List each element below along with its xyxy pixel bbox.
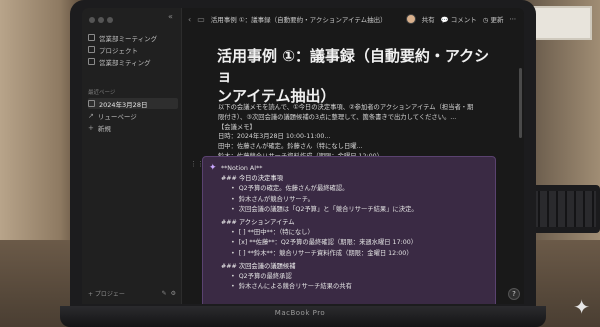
top-bar: ‹ ▭ 活用事例 ①：議事録（自動要約・アクションアイテム抽出） 共有 💬 コメ… bbox=[182, 8, 524, 30]
ai-line: ### 次回会議の議題候補 bbox=[221, 262, 296, 270]
ai-line: ### アクションアイテム bbox=[221, 219, 295, 227]
sparkle-icon: ✦ bbox=[209, 163, 217, 173]
page-title-line: 活用事例 ①：議事録（自動要約・アクショ bbox=[217, 47, 490, 85]
ai-line: 鈴木さんが競合リサーチ。 bbox=[221, 195, 418, 205]
page-icon bbox=[88, 58, 95, 65]
prompt-line: 【会議メモ】 bbox=[218, 123, 256, 131]
sparkle-icon: ↗ bbox=[88, 111, 94, 120]
sidebar-item-sales-meeting[interactable]: 営業部ミーティング bbox=[88, 32, 178, 43]
more-icon[interactable]: ⋯ bbox=[510, 15, 517, 23]
prompt-line: 日時：2024年3月28日 10:00-11:00... bbox=[218, 133, 331, 141]
ai-line: [x] **佐藤**：Q2予算の最終確認（期限：来週水曜日 17:00） bbox=[221, 238, 418, 248]
comment-label: コメント bbox=[450, 16, 477, 24]
notion-ai-block[interactable]: ✦ **Notion AI** ### 今日の決定事項 Q2予算の確定。佐藤さん… bbox=[202, 156, 496, 304]
breadcrumb[interactable]: 活用事例 ①：議事録（自動要約・アクションアイテム抽出） bbox=[211, 14, 406, 24]
laptop-bezel: « 営業部ミーティング プロジェクト 営業部ミティング 最近ページ 2024年3… bbox=[70, 0, 536, 318]
sidebar-item-label: プロジェクト bbox=[99, 46, 138, 55]
ai-line: [ ] **鈴木**：競合リサーチ資料作成（期限：金曜日 12:00） bbox=[221, 249, 418, 259]
sidebar-item-label: 営業部ミーティング bbox=[99, 34, 158, 43]
updates-label: 更新 bbox=[490, 16, 504, 24]
updates-button[interactable]: ◷ 更新 bbox=[483, 14, 504, 24]
plus-icon: + bbox=[88, 123, 94, 132]
sidebar-item-review-page[interactable]: ↗ リューページ bbox=[88, 110, 178, 121]
sidebar-section-label: 最近ページ bbox=[88, 90, 116, 96]
sparkle-icon: ✦ bbox=[573, 295, 590, 319]
ai-line: ### 今日の決定事項 bbox=[221, 175, 283, 183]
laptop-brand-label: MacBook Pro bbox=[274, 309, 326, 317]
scrollbar[interactable] bbox=[519, 68, 522, 138]
ai-line: [ ] **田中**：（特になし） bbox=[221, 228, 418, 238]
prompt-line: 田中：佐藤さんが確定。鈴藤さん（特になし日曜... bbox=[218, 143, 363, 151]
prompt-text[interactable]: 以下の会議メモを読んで、①今日の決定事項、②参加者のアクションアイテム（担当者・… bbox=[218, 103, 508, 162]
prompt-line: 限付き）、③次回会議の議題候補の3点に整理して、箇条書きで出力してください。..… bbox=[218, 113, 457, 121]
topbar-actions: 共有 💬 コメント ◷ 更新 ⋯ bbox=[405, 14, 524, 24]
new-project-button[interactable]: + プロジェー bbox=[88, 289, 125, 298]
page-icon bbox=[88, 46, 95, 53]
sidebar-item-label: 2024年3月28日 bbox=[99, 100, 148, 109]
share-button[interactable]: 共有 bbox=[422, 14, 435, 24]
ai-line: Q2予算の最終承認 bbox=[221, 272, 418, 282]
page-content: 活用事例 ①：議事録（自動要約・アクショ ンアイテム抽出） 以下の会議メモを読ん… bbox=[182, 30, 524, 304]
ai-line: Q2予算の確定。佐藤さんが最終確認。 bbox=[221, 184, 418, 194]
settings-icon[interactable]: ⚙ bbox=[171, 290, 176, 297]
comment-button[interactable]: 💬 コメント bbox=[441, 14, 477, 24]
sidebar-item-label: 営業部ミティング bbox=[99, 58, 151, 67]
edit-icon[interactable]: ✎ bbox=[162, 290, 167, 297]
page-icon: ▭ bbox=[197, 14, 205, 24]
page-icon bbox=[88, 100, 95, 107]
background-picture-frame bbox=[530, 6, 592, 40]
sidebar-item-new[interactable]: + 新規 bbox=[88, 122, 178, 133]
sidebar-footer: + プロジェー ✎ ⚙ bbox=[88, 289, 176, 298]
ai-line: 次回会議の議題は「Q2予算」と「競合リサーチ結果」に決定。 bbox=[221, 205, 418, 215]
sidebar-item-label: 新規 bbox=[97, 124, 111, 133]
ai-line: 鈴木さんによる競合リサーチ結果の共有 bbox=[221, 282, 418, 292]
ai-header: **Notion AI** bbox=[221, 165, 263, 172]
close-dot[interactable] bbox=[89, 17, 95, 23]
window-controls bbox=[89, 17, 113, 23]
page-icon bbox=[88, 34, 95, 41]
avatar[interactable] bbox=[405, 14, 416, 24]
ai-response: **Notion AI** ### 今日の決定事項 Q2予算の確定。佐藤さんが最… bbox=[221, 164, 418, 292]
collapse-sidebar-icon[interactable]: « bbox=[168, 12, 173, 21]
sidebar-item-project[interactable]: プロジェクト bbox=[88, 44, 178, 55]
back-icon[interactable]: ‹ bbox=[188, 15, 191, 24]
sidebar-item-sales-meeting-2[interactable]: 営業部ミティング bbox=[88, 56, 178, 67]
sidebar-item-label: リューページ bbox=[97, 112, 137, 121]
page-title[interactable]: 活用事例 ①：議事録（自動要約・アクショ ンアイテム抽出） bbox=[217, 46, 497, 106]
prompt-line: 以下の会議メモを読んで、①今日の決定事項、②参加者のアクションアイテム（担当者・… bbox=[218, 104, 474, 111]
sidebar-item-date-page[interactable]: 2024年3月28日 bbox=[88, 98, 178, 109]
help-button[interactable]: ? bbox=[508, 288, 520, 300]
minimize-dot[interactable] bbox=[98, 17, 104, 23]
app-window: « 営業部ミーティング プロジェクト 営業部ミティング 最近ページ 2024年3… bbox=[82, 8, 524, 304]
zoom-dot[interactable] bbox=[107, 17, 113, 23]
sidebar: « 営業部ミーティング プロジェクト 営業部ミティング 最近ページ 2024年3… bbox=[82, 8, 182, 304]
